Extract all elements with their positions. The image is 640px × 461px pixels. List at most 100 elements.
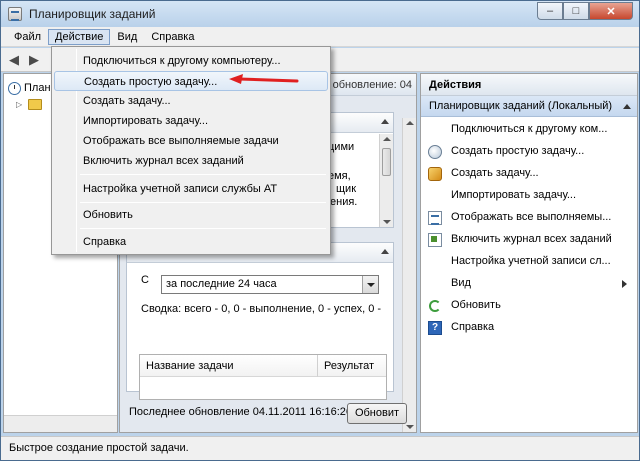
overview-text-fragment: емя,	[328, 170, 351, 182]
chevron-down-icon[interactable]	[362, 276, 378, 293]
action-label: Создать простую задачу...	[451, 145, 585, 157]
scroll-up-icon[interactable]	[383, 137, 391, 141]
scroll-down-icon[interactable]	[383, 220, 391, 224]
app-window: Планировщик заданий – □ ✕ Файл Действие …	[0, 0, 640, 461]
menu-view[interactable]: Вид	[110, 29, 144, 45]
range-label: С	[141, 274, 149, 286]
action-label: Справка	[451, 321, 495, 333]
scroll-up-icon[interactable]	[406, 121, 414, 125]
chevron-right-icon	[622, 280, 627, 288]
action-view[interactable]: Вид	[421, 273, 637, 295]
menu-item-label: Импортировать задачу...	[83, 115, 209, 127]
center-scrollbar[interactable]	[402, 118, 416, 432]
task-status-table: Название задачи Результат	[139, 354, 387, 400]
actions-pane-title: Действия	[421, 74, 637, 96]
action-label: Создать задачу...	[451, 167, 539, 179]
title-bar[interactable]: Планировщик заданий – □ ✕	[1, 1, 639, 27]
collapse-icon[interactable]	[381, 249, 389, 254]
scroll-thumb[interactable]	[382, 148, 391, 176]
time-range-value: за последние 24 часа	[166, 278, 277, 290]
window-controls: – □ ✕	[537, 2, 633, 20]
tree-horizontal-scrollbar[interactable]	[4, 415, 117, 432]
overview-text-fragment: ения.	[330, 196, 358, 208]
menu-file[interactable]: Файл	[7, 29, 48, 45]
close-button[interactable]: ✕	[589, 2, 633, 20]
menu-item-label: Включить журнал всех заданий	[83, 155, 244, 167]
menu-bar: Файл Действие Вид Справка	[1, 27, 639, 47]
menu-item-import-task[interactable]: Импортировать задачу...	[54, 111, 328, 131]
action-label: Импортировать задачу...	[451, 189, 577, 201]
menu-item-label: Создать простую задачу...	[84, 76, 218, 88]
back-arrow-icon[interactable]: ◀	[9, 53, 23, 67]
menu-item-connect[interactable]: Подключиться к другому компьютеру...	[54, 51, 328, 71]
collapse-icon[interactable]	[623, 104, 631, 109]
action-label: Включить журнал всех заданий	[451, 233, 612, 245]
running-tasks-icon	[428, 211, 442, 225]
arrow-head	[229, 74, 243, 84]
tree-root[interactable]: Плани	[8, 80, 57, 96]
minimize-button[interactable]: –	[537, 2, 563, 20]
menu-item-refresh[interactable]: Обновить	[54, 205, 328, 225]
overview-text-fragment: цими	[328, 141, 355, 153]
red-arrow-annotation	[229, 74, 299, 84]
arrow-shaft	[237, 77, 299, 83]
menu-separator	[80, 228, 326, 229]
action-label: Обновить	[451, 299, 501, 311]
action-enable-history[interactable]: Включить журнал всех заданий	[421, 229, 637, 251]
menu-item-create-task[interactable]: Создать задачу...	[54, 91, 328, 111]
maximize-button[interactable]: □	[563, 2, 589, 20]
action-label: Настройка учетной записи сл...	[451, 255, 611, 267]
action-connect[interactable]: Подключиться к другому ком...	[421, 119, 637, 141]
scroll-down-icon[interactable]	[406, 425, 414, 429]
column-header-task-name[interactable]: Название задачи	[140, 355, 318, 377]
overview-scrollbar[interactable]	[379, 134, 393, 227]
action-at-account[interactable]: Настройка учетной записи сл...	[421, 251, 637, 273]
action-help[interactable]: ? Справка	[421, 317, 637, 339]
status-bar: Быстрое создание простой задачи.	[1, 436, 639, 460]
action-create-task[interactable]: Создать задачу...	[421, 163, 637, 185]
actions-group-title: Планировщик заданий (Локальный)	[429, 100, 613, 112]
menu-item-enable-history[interactable]: Включить журнал всех заданий	[54, 151, 328, 171]
task-scheduler-app-icon	[8, 7, 22, 21]
expand-icon[interactable]: ▷	[16, 100, 25, 109]
status-text: Быстрое создание простой задачи.	[9, 442, 189, 454]
menu-item-label: Справка	[83, 236, 127, 248]
action-label: Отображать все выполняемы...	[451, 211, 612, 223]
action-refresh[interactable]: Обновить	[421, 295, 637, 317]
menu-item-label: Отображать все выполняемые задачи	[83, 135, 279, 147]
menu-separator	[80, 202, 326, 203]
collapse-icon[interactable]	[381, 119, 389, 124]
action-display-running[interactable]: Отображать все выполняемы...	[421, 207, 637, 229]
actions-group-header[interactable]: Планировщик заданий (Локальный)	[421, 96, 637, 117]
menu-item-label: Создать задачу...	[83, 95, 171, 107]
refresh-button[interactable]: Обновит	[347, 403, 407, 424]
wizard-icon	[428, 145, 442, 159]
time-range-select[interactable]: за последние 24 часа	[161, 275, 379, 294]
overview-text-fragment: щик	[336, 183, 357, 195]
menu-help[interactable]: Справка	[144, 29, 201, 45]
help-icon: ?	[428, 321, 442, 335]
tree-library[interactable]: ▷	[16, 96, 45, 112]
action-label: Вид	[451, 277, 471, 289]
folder-icon	[28, 98, 42, 110]
menu-item-label: Обновить	[83, 209, 133, 221]
refresh-icon	[429, 300, 441, 312]
menu-item-at-account[interactable]: Настройка учетной записи службы AT	[54, 179, 328, 199]
action-label: Подключиться к другому ком...	[451, 123, 608, 135]
actions-pane: Действия Планировщик заданий (Локальный)…	[420, 73, 638, 433]
menu-separator	[80, 174, 326, 175]
create-task-icon	[428, 167, 442, 181]
log-icon	[428, 233, 442, 247]
forward-arrow-icon[interactable]: ▶	[29, 53, 43, 67]
column-header-result[interactable]: Результат	[318, 355, 386, 377]
menu-item-label: Настройка учетной записи службы AT	[83, 183, 278, 195]
action-create-basic-task[interactable]: Создать простую задачу...	[421, 141, 637, 163]
menu-action[interactable]: Действие	[48, 28, 111, 45]
menu-item-display-running[interactable]: Отображать все выполняемые задачи	[54, 131, 328, 151]
scheduler-clock-icon	[8, 81, 21, 95]
menu-item-help[interactable]: Справка	[54, 232, 328, 252]
action-import-task[interactable]: Импортировать задачу...	[421, 185, 637, 207]
menu-item-label: Подключиться к другому компьютеру...	[83, 55, 281, 67]
window-title: Планировщик заданий	[29, 7, 156, 21]
last-update-text: Последнее обновление 04.11.2011 16:16:26	[129, 406, 353, 418]
